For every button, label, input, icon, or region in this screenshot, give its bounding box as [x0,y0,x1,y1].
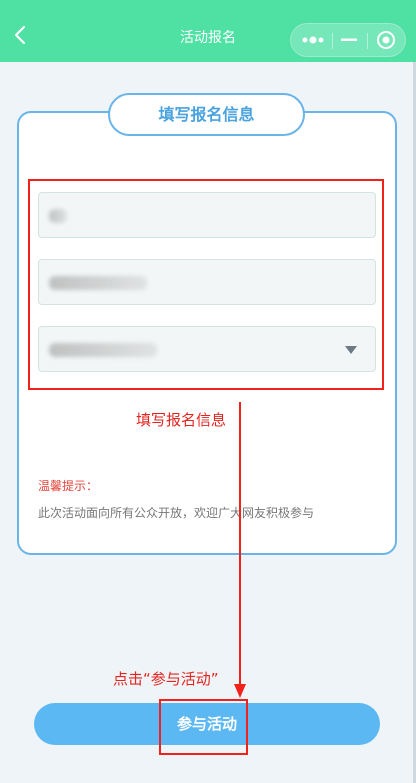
redacted-value [49,276,147,290]
annotation-click-join: 点击“参与活动” [113,670,219,688]
close-miniprogram-button[interactable] [369,24,403,56]
redacted-value [49,209,67,223]
tip-text: 此次活动面向所有公众开放，欢迎广大网友积极参与 [38,506,315,520]
minimize-button[interactable] [333,24,365,56]
dropdown-arrow-icon [345,346,357,354]
form-section-title: 填写报名信息 [108,93,305,136]
join-activity-button[interactable]: 参与活动 [34,703,380,745]
activity-signup-page: 活动报名 填写报名信息 填写报名信息 温馨提示： 此次活动面向所有公众开放，欢迎… [0,0,416,783]
name-input[interactable] [38,192,376,238]
more-button[interactable] [295,24,331,56]
top-navbar: 活动报名 [0,0,416,62]
option-select[interactable] [38,326,376,372]
target-close-icon [377,31,395,49]
capsule-divider [367,33,368,49]
phone-input[interactable] [38,259,376,305]
annotation-fill-info: 填写报名信息 [136,411,227,429]
more-dots-icon [302,36,324,44]
tip-title: 温馨提示： [38,479,99,493]
minimize-icon [341,38,357,41]
redacted-value [49,343,157,357]
miniprogram-capsule [290,23,406,57]
